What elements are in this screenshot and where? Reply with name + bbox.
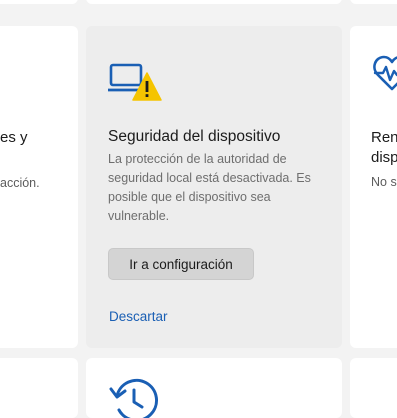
card-top-left bbox=[0, 0, 78, 4]
right-card-title-line2: disp bbox=[371, 149, 397, 166]
device-security-card: Seguridad del dispositivo La protección … bbox=[86, 26, 342, 348]
right-card-title-line1: Ren bbox=[371, 129, 397, 146]
left-card[interactable]: es y acción. bbox=[0, 26, 78, 348]
card-top-right bbox=[350, 0, 397, 4]
history-icon bbox=[109, 378, 158, 418]
right-card[interactable]: Ren disp No s bbox=[350, 26, 397, 348]
right-card-title: Ren disp bbox=[371, 128, 397, 168]
card-top-middle bbox=[86, 0, 342, 4]
card-bottom-right bbox=[350, 358, 397, 418]
go-to-settings-button[interactable]: Ir a configuración bbox=[108, 248, 254, 280]
dismiss-link[interactable]: Descartar bbox=[109, 309, 168, 324]
card-bottom-left bbox=[0, 358, 78, 418]
card-title: Seguridad del dispositivo bbox=[108, 128, 281, 145]
left-card-description: acción. bbox=[0, 176, 40, 190]
heartbeat-icon bbox=[373, 55, 397, 91]
card-description: La protección de la autoridad de segurid… bbox=[108, 152, 311, 223]
laptop-warning-icon bbox=[108, 63, 162, 101]
right-card-description: No s bbox=[371, 175, 397, 189]
card-bottom-middle[interactable] bbox=[86, 358, 342, 418]
left-card-title: es y bbox=[0, 129, 28, 146]
